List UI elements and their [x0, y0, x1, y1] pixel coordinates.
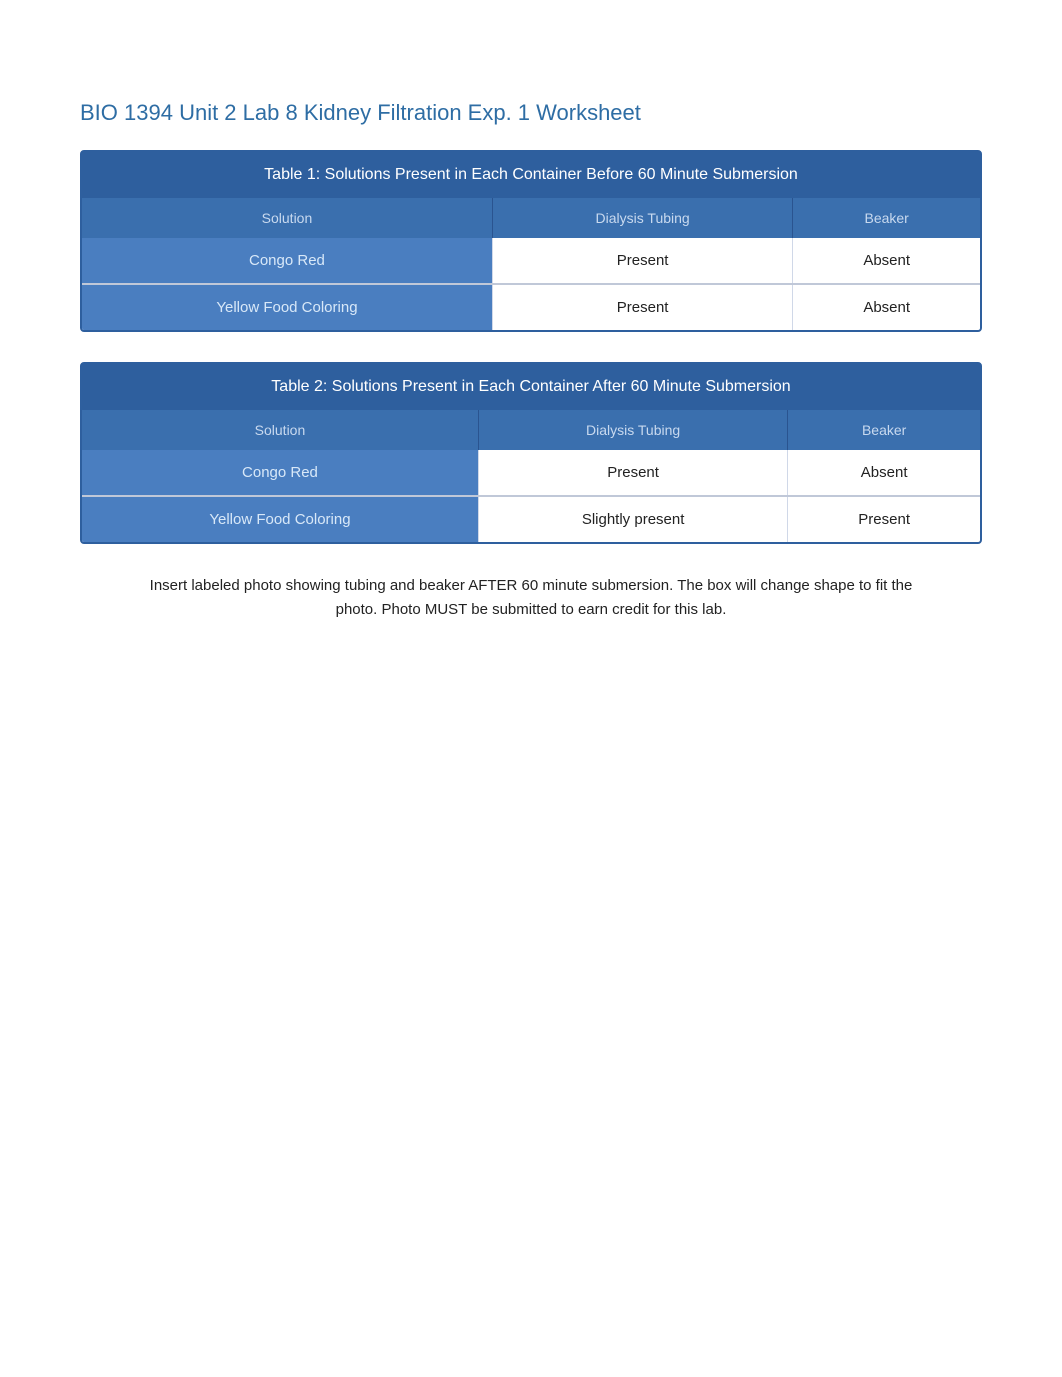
- table2-col-beaker: Beaker: [788, 410, 980, 450]
- table-row: Yellow Food Coloring Present Absent: [82, 284, 980, 330]
- table2-col-solution: Solution: [82, 410, 478, 450]
- table-row: Yellow Food Coloring Slightly present Pr…: [82, 496, 980, 542]
- beaker-cell: Absent: [788, 450, 980, 496]
- table-row: Congo Red Present Absent: [82, 238, 980, 284]
- beaker-cell: Absent: [793, 238, 980, 284]
- table2-container: Table 2: Solutions Present in Each Conta…: [80, 362, 982, 544]
- page-title: BIO 1394 Unit 2 Lab 8 Kidney Filtration …: [80, 100, 982, 126]
- table2-col-dialysis: Dialysis Tubing: [478, 410, 787, 450]
- beaker-cell: Absent: [793, 284, 980, 330]
- solution-cell: Yellow Food Coloring: [82, 284, 492, 330]
- table2: Solution Dialysis Tubing Beaker Congo Re…: [82, 410, 980, 542]
- solution-cell: Congo Red: [82, 238, 492, 284]
- dialysis-cell: Slightly present: [478, 496, 787, 542]
- table1-header-row: Solution Dialysis Tubing Beaker: [82, 198, 980, 238]
- dialysis-cell: Present: [492, 284, 792, 330]
- table-row: Congo Red Present Absent: [82, 450, 980, 496]
- beaker-cell: Present: [788, 496, 980, 542]
- table1-col-solution: Solution: [82, 198, 492, 238]
- table1-col-beaker: Beaker: [793, 198, 980, 238]
- photo-note: Insert labeled photo showing tubing and …: [131, 574, 931, 622]
- dialysis-cell: Present: [492, 238, 792, 284]
- solution-cell: Congo Red: [82, 450, 478, 496]
- table2-header-row: Solution Dialysis Tubing Beaker: [82, 410, 980, 450]
- table1-col-dialysis: Dialysis Tubing: [492, 198, 792, 238]
- table2-title: Table 2: Solutions Present in Each Conta…: [82, 364, 980, 410]
- table1-title: Table 1: Solutions Present in Each Conta…: [82, 152, 980, 198]
- table1: Solution Dialysis Tubing Beaker Congo Re…: [82, 198, 980, 330]
- table1-container: Table 1: Solutions Present in Each Conta…: [80, 150, 982, 332]
- dialysis-cell: Present: [478, 450, 787, 496]
- solution-cell: Yellow Food Coloring: [82, 496, 478, 542]
